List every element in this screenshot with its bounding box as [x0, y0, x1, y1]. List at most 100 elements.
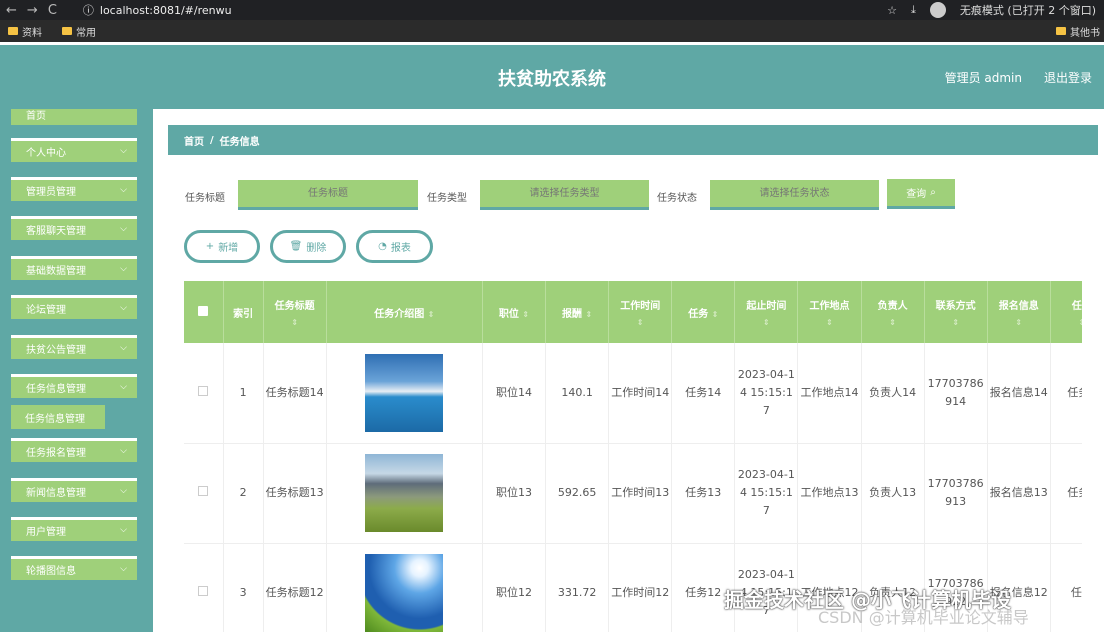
task-cell: 任务13 — [671, 443, 736, 544]
sort-icon[interactable]: ⇕ — [522, 310, 529, 319]
column-header[interactable]: 报酬 ⇕ — [545, 281, 610, 343]
sort-icon[interactable]: ⇕ — [586, 310, 593, 319]
sidebar-item-task-info[interactable]: 任务信息管理 ⌵ — [11, 374, 137, 398]
sort-icon[interactable]: ⇕ — [927, 318, 985, 327]
sidebar-item-label: 任务信息管理 — [26, 384, 86, 395]
column-header[interactable]: 任务标题 ⇕ — [263, 281, 327, 343]
back-icon[interactable]: ← — [6, 3, 17, 18]
sidebar-item-users[interactable]: 用户管理 ⌵ — [11, 517, 137, 541]
table-row[interactable]: 1 任务标题14 职位14 140.1 工作时间14 任务14 2023-04-… — [184, 343, 1082, 444]
period-cell: 2023-04-14 15:15:17 — [734, 343, 799, 444]
type-select[interactable] — [480, 180, 649, 210]
column-header[interactable]: 联系方式 ⇕ — [924, 281, 988, 343]
bookmark-folder-2[interactable]: 常用 — [62, 24, 96, 39]
browser-toolbar: ← → C ⓘ localhost:8081/#/renwu ☆ ⤓ 无痕模式 … — [0, 0, 1104, 20]
bookmark-other[interactable]: 其他书 — [1056, 24, 1104, 39]
table-row[interactable]: 2 任务标题13 职位13 592.65 工作时间13 任务13 2023-04… — [184, 443, 1082, 544]
chevron-down-icon: ⌵ — [120, 525, 127, 535]
sidebar-item-base-data[interactable]: 基础数据管理 ⌵ — [11, 256, 137, 280]
row-checkbox-cell[interactable] — [184, 543, 224, 632]
bookmark-folder-1[interactable]: 资料 — [8, 24, 42, 39]
sidebar-item-news[interactable]: 新闻信息管理 ⌵ — [11, 478, 137, 502]
column-header[interactable]: 工作地点 ⇕ — [797, 281, 862, 343]
star-icon[interactable]: ☆ — [887, 4, 897, 17]
sort-icon[interactable]: ⇕ — [428, 310, 435, 319]
position-cell: 职位12 — [482, 543, 547, 632]
sidebar-item-home[interactable]: 首页 — [11, 109, 137, 125]
sidebar-item-admin[interactable]: 管理员管理 ⌵ — [11, 177, 137, 201]
delete-button[interactable]: 🗑 删除 — [270, 230, 346, 263]
sidebar-item-label: 用户管理 — [26, 527, 66, 538]
pay-cell: 592.65 — [545, 443, 610, 544]
sort-icon[interactable]: ⇕ — [1053, 318, 1082, 327]
chevron-down-icon: ⌵ — [120, 446, 127, 456]
sidebar-item-carousel[interactable]: 轮播图信息 ⌵ — [11, 556, 137, 580]
sort-icon[interactable]: ⇕ — [990, 318, 1048, 327]
trash-icon: 🗑 — [289, 241, 303, 252]
add-button[interactable]: + 新增 — [184, 230, 260, 263]
chevron-down-icon: ⌵ — [120, 564, 127, 574]
query-button[interactable]: 查询 ⌕ — [887, 179, 955, 209]
reload-icon[interactable]: C — [48, 3, 57, 18]
task-image[interactable] — [365, 454, 444, 532]
sidebar-item-chat[interactable]: 客服聊天管理 ⌵ — [11, 216, 137, 240]
sidebar: 首页 个人中心 ⌵ 管理员管理 ⌵ 客服聊天管理 ⌵ 基础数据管理 ⌵ 论坛管理 ⌵ 扶贫… — [0, 109, 153, 632]
row-checkbox[interactable] — [198, 486, 209, 496]
task-image[interactable] — [365, 353, 444, 432]
address-bar[interactable]: ⓘ localhost:8081/#/renwu — [83, 2, 232, 18]
location-cell: 工作地点13 — [797, 443, 862, 544]
sort-icon[interactable]: ⇕ — [800, 318, 858, 327]
breadcrumb-home[interactable]: 首页 — [184, 133, 204, 148]
chevron-down-icon: ⌵ — [120, 185, 127, 195]
column-header[interactable]: 任务 ⇕ — [1050, 281, 1082, 343]
bookmark-label: 资料 — [22, 27, 42, 39]
sidebar-item-notice[interactable]: 扶贫公告管理 ⌵ — [11, 335, 137, 359]
breadcrumb: 首页 / 任务信息 — [168, 125, 1098, 155]
status-select[interactable] — [710, 180, 879, 210]
report-button[interactable]: ◔ 报表 — [356, 230, 433, 263]
sidebar-item-forum[interactable]: 论坛管理 ⌵ — [11, 295, 137, 319]
column-header[interactable]: 报名信息 ⇕ — [987, 281, 1051, 343]
sidebar-item-task-signup[interactable]: 任务报名管理 ⌵ — [11, 438, 137, 462]
sidebar-item-personal-center[interactable]: 个人中心 ⌵ — [11, 138, 137, 162]
search-icon: ⌕ — [930, 187, 936, 198]
forward-icon[interactable]: → — [27, 3, 38, 18]
row-checkbox-cell[interactable] — [184, 343, 224, 444]
sort-icon[interactable]: ⇕ — [266, 318, 324, 327]
row-checkbox[interactable] — [198, 385, 209, 396]
row-checkbox-cell[interactable] — [184, 443, 224, 544]
contact-cell: 17703786913 — [924, 443, 988, 544]
work-time-cell: 工作时间13 — [608, 443, 673, 544]
select-all-checkbox[interactable] — [198, 305, 209, 316]
column-header[interactable]: 职位 ⇕ — [482, 281, 547, 343]
work-time-cell: 工作时间12 — [608, 543, 673, 632]
title-cell: 任务标题12 — [263, 543, 327, 632]
select-all-cell[interactable] — [184, 281, 224, 343]
column-header[interactable]: 负责人 ⇕ — [861, 281, 925, 343]
chevron-down-icon: ⌵ — [120, 146, 127, 156]
sort-icon[interactable]: ⇕ — [737, 318, 795, 327]
signup-cell: 报名信息14 — [987, 343, 1051, 444]
sidebar-item-label: 首页 — [26, 111, 46, 122]
task-image[interactable] — [365, 554, 444, 632]
title-search-input[interactable] — [238, 180, 418, 210]
column-header-label: 任务 — [688, 308, 709, 320]
sort-icon[interactable]: ⇕ — [712, 310, 719, 319]
user-label: 管理员 admin — [944, 71, 1022, 85]
sort-icon[interactable]: ⇕ — [611, 318, 669, 327]
column-header[interactable]: 起止时间 ⇕ — [734, 281, 799, 343]
sidebar-subitem-task-info[interactable]: 任务信息管理 — [11, 405, 105, 429]
column-header[interactable]: 任务介绍图 ⇕ — [326, 281, 483, 343]
index-cell: 1 — [223, 343, 264, 444]
sidebar-item-label: 扶贫公告管理 — [26, 345, 86, 356]
chevron-down-icon: ⌵ — [120, 382, 127, 392]
column-header[interactable]: 任务 ⇕ — [671, 281, 736, 343]
sort-icon[interactable]: ⇕ — [864, 318, 922, 327]
logout-link[interactable]: 退出登录 — [1044, 69, 1092, 86]
column-header-label: 职位 — [498, 308, 519, 320]
row-checkbox[interactable] — [198, 586, 209, 596]
info-icon[interactable]: ⓘ — [83, 2, 94, 18]
download-icon[interactable]: ⤓ — [911, 3, 916, 17]
column-header: 索引 — [223, 281, 264, 343]
column-header[interactable]: 工作时间 ⇕ — [608, 281, 673, 343]
